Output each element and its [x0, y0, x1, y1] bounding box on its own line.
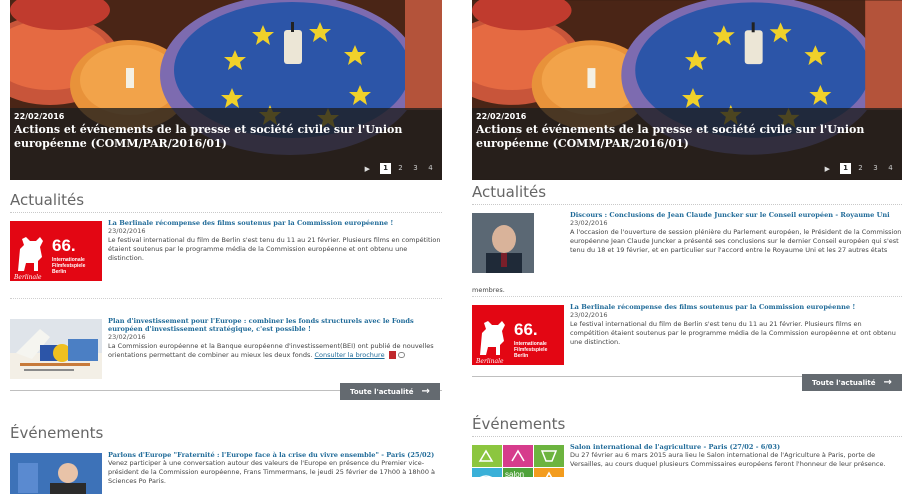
bear-logo-icon: Berlinale 66. Internationale Filmfestspi…: [472, 305, 564, 365]
brochure-link[interactable]: Consulter la brochure: [315, 351, 385, 359]
news-section: Actualités Discours : Conclusions de Jea…: [472, 183, 902, 377]
hero-date: 22/02/2016: [14, 112, 65, 121]
all-news-label: Toute l'actualité: [812, 379, 876, 387]
news-item: Discours : Conclusions de Jean Claude Ju…: [472, 205, 902, 297]
pager-page-1[interactable]: 1: [840, 163, 851, 174]
berlinale-line3: Berlin: [52, 269, 66, 275]
carousel-pager: ▶ 1 2 3 4: [365, 163, 436, 174]
all-news-button[interactable]: Toute l'actualité →: [340, 383, 440, 400]
all-news-button[interactable]: Toute l'actualité →: [802, 374, 902, 391]
news-item: Plan d'investissement pour l'Europe : co…: [10, 311, 442, 391]
berlinale-thumbnail[interactable]: Berlinale 66. Internationale Filmfestspi…: [10, 221, 102, 281]
news-date: 23/02/2016: [108, 333, 146, 341]
event-title-link[interactable]: Salon international de l'agriculture - P…: [570, 443, 902, 451]
event-title-link[interactable]: Parlons d'Europe "Fraternité : l'Europe …: [108, 451, 442, 459]
salon-logo: salon agri: [472, 445, 564, 477]
carousel-pager: ▶ 1 2 3 4: [825, 163, 896, 174]
play-icon[interactable]: ▶: [825, 165, 830, 173]
news-item: Berlinale 66. Internationale Filmfestspi…: [472, 297, 902, 377]
news-body: Discours : Conclusions de Jean Claude Ju…: [570, 211, 902, 255]
news-text-tail: membres.: [472, 286, 505, 294]
events-section: Événements Parlons d'Europe "Fraternité …: [10, 424, 442, 494]
hero-carousel[interactable]: 22/02/2016 Actions et événements de la p…: [10, 0, 442, 180]
comment-icon[interactable]: [397, 352, 405, 358]
news-text: Le festival international du film de Ber…: [570, 320, 896, 346]
news-date: 23/02/2016: [108, 227, 146, 235]
pdf-icon[interactable]: [388, 351, 396, 359]
arrow-right-icon: →: [421, 386, 430, 397]
events-heading: Événements: [472, 415, 902, 437]
berlinale-script: Berlinale: [475, 358, 504, 365]
portrait-photo: [10, 453, 102, 494]
juncker-photo[interactable]: [472, 213, 534, 273]
berlinale-number: 66.: [514, 320, 538, 339]
play-icon[interactable]: ▶: [365, 165, 370, 173]
news-body: La Berlinale récompense des films souten…: [108, 219, 442, 263]
pager-page-2[interactable]: 2: [855, 163, 866, 174]
hero-title[interactable]: Actions et événements de la presse et so…: [476, 123, 866, 151]
news-text: A l'occasion de l'ouverture de session p…: [570, 228, 902, 254]
berlinale-script: Berlinale: [13, 274, 42, 281]
pager-page-3[interactable]: 3: [410, 163, 421, 174]
salon-badge-1: salon: [505, 470, 524, 477]
bear-logo-icon: Berlinale 66. Internationale Filmfestspi…: [10, 221, 102, 281]
news-item: Berlinale 66. Internationale Filmfestspi…: [10, 213, 442, 299]
investment-thumbnail[interactable]: [10, 319, 102, 379]
construction-photo: [10, 319, 102, 379]
events-heading: Événements: [10, 424, 104, 442]
news-date: 23/02/2016: [570, 311, 608, 319]
portrait-photo: [472, 213, 534, 273]
event-body: Salon international de l'agriculture - P…: [570, 443, 902, 469]
event-body: Parlons d'Europe "Fraternité : l'Europe …: [108, 451, 442, 486]
hero-carousel[interactable]: 22/02/2016 Actions et événements de la p…: [472, 0, 902, 180]
arrow-right-icon: →: [883, 377, 892, 388]
event-text: Venez participer à une conversation auto…: [108, 459, 436, 485]
salon-agriculture-thumbnail[interactable]: salon agri: [472, 445, 564, 477]
left-screenshot: 22/02/2016 Actions et événements de la p…: [10, 0, 442, 498]
news-title-link[interactable]: Plan d'investissement pour l'Europe : co…: [108, 317, 442, 333]
pager-page-2[interactable]: 2: [395, 163, 406, 174]
berlinale-line3: Berlin: [514, 353, 528, 359]
hero-date: 22/02/2016: [476, 112, 527, 121]
news-title-link[interactable]: La Berlinale récompense des films souten…: [108, 219, 442, 227]
berlinale-thumbnail[interactable]: Berlinale 66. Internationale Filmfestspi…: [472, 305, 564, 365]
news-date: 23/02/2016: [570, 219, 608, 227]
event-text: Du 27 février au 6 mars 2015 aura lieu l…: [570, 451, 886, 468]
news-heading: Actualités: [10, 191, 442, 213]
pager-page-3[interactable]: 3: [870, 163, 881, 174]
pager-page-1[interactable]: 1: [380, 163, 391, 174]
news-body: Plan d'investissement pour l'Europe : co…: [108, 317, 442, 360]
pager-page-4[interactable]: 4: [885, 163, 896, 174]
news-text: La Commission européenne et la Banque eu…: [108, 342, 434, 359]
news-text: Le festival international du film de Ber…: [108, 236, 441, 262]
events-section: Événements salon agri: [472, 415, 902, 477]
timmermans-photo[interactable]: [10, 453, 102, 494]
right-screenshot: 22/02/2016 Actions et événements de la p…: [472, 0, 902, 498]
hero-title[interactable]: Actions et événements de la presse et so…: [14, 123, 404, 151]
news-heading: Actualités: [472, 183, 902, 205]
pager-page-4[interactable]: 4: [425, 163, 436, 174]
news-body: La Berlinale récompense des films souten…: [570, 303, 902, 347]
event-item: salon agri Salon international de l'agri…: [472, 437, 902, 477]
berlinale-number: 66.: [52, 236, 76, 255]
all-news-label: Toute l'actualité: [350, 388, 414, 396]
news-section: Actualités Berlinale 66. Internationale …: [10, 191, 442, 391]
news-title-link[interactable]: La Berlinale récompense des films souten…: [570, 303, 902, 311]
news-title-link[interactable]: Discours : Conclusions de Jean Claude Ju…: [570, 211, 902, 219]
event-item: Parlons d'Europe "Fraternité : l'Europe …: [10, 445, 442, 494]
